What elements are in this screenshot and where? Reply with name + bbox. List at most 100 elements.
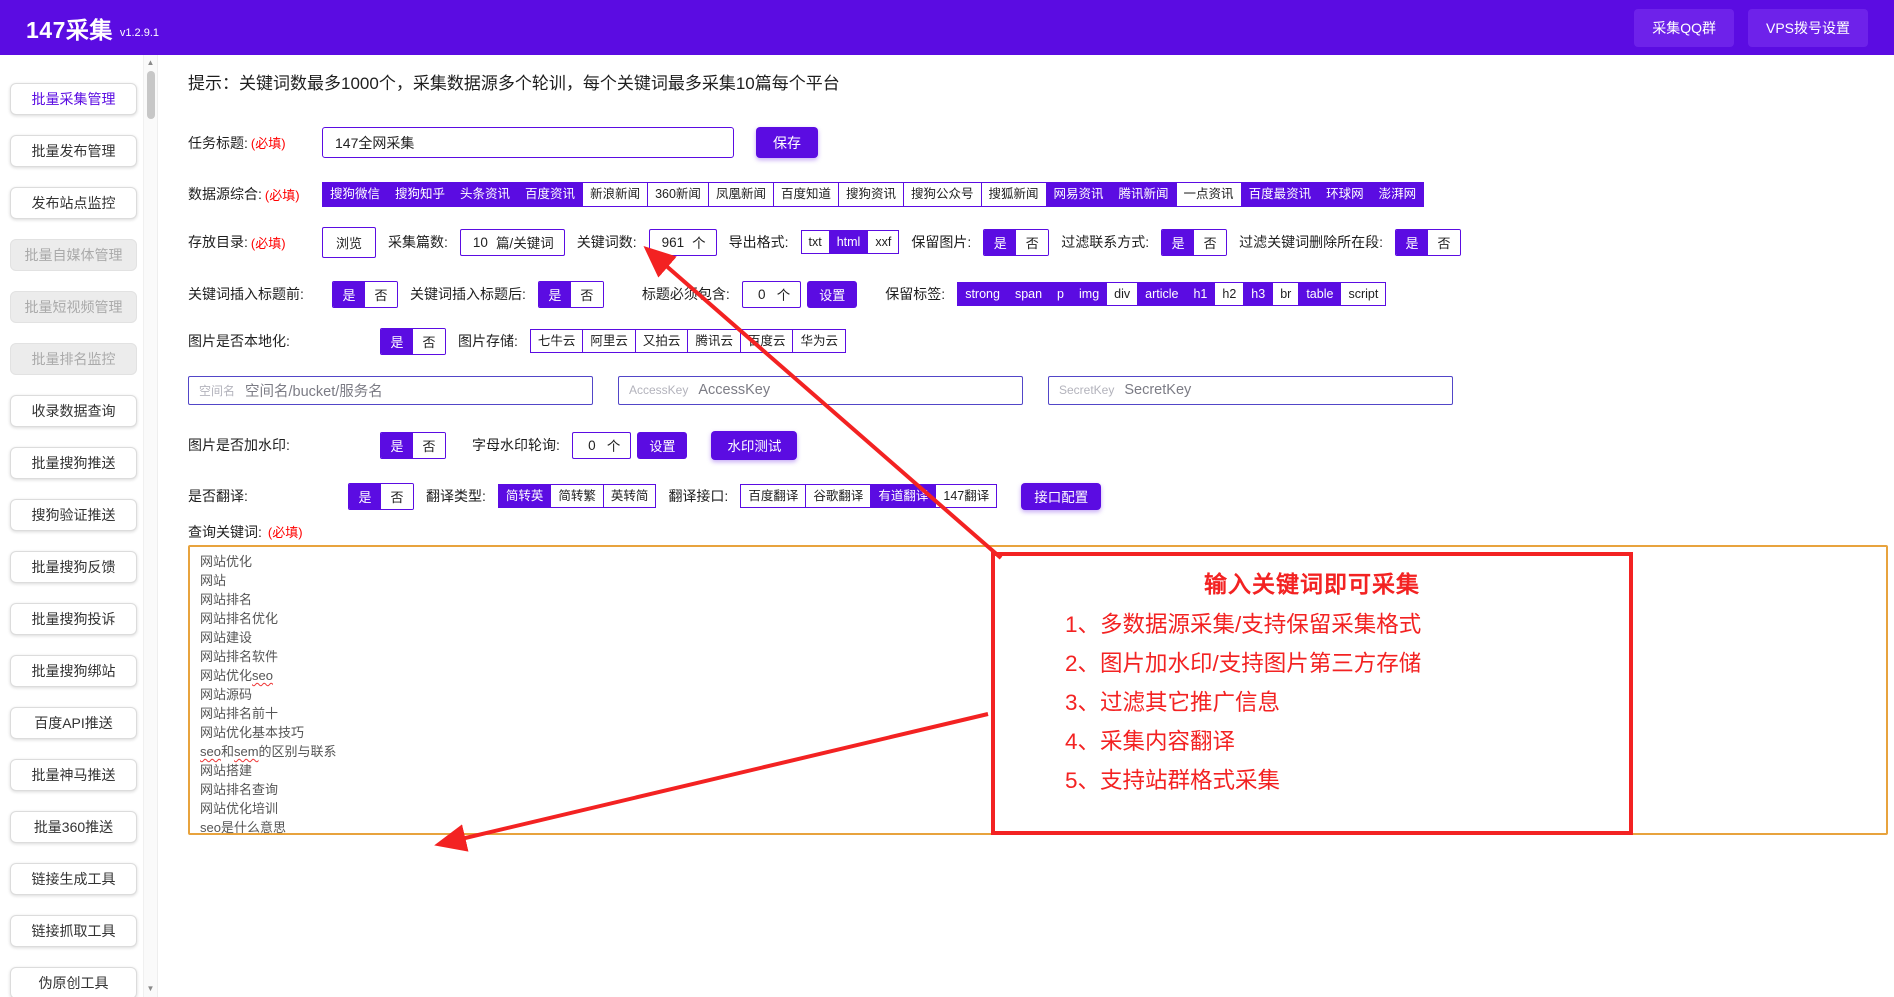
data-source-tag[interactable]: 360新闻 [647,182,709,207]
toggle-yes-option[interactable]: 是 [539,282,571,307]
data-source-tag[interactable]: 搜狗资讯 [838,182,904,207]
data-source-tag[interactable]: 百度知道 [773,182,839,207]
keep-tag-option[interactable]: img [1071,282,1107,307]
sidebar-item[interactable]: 百度API推送 [10,707,137,739]
data-source-tag[interactable]: 一点资讯 [1176,182,1242,207]
task-title-input[interactable]: 147全网采集 [322,127,734,158]
data-source-tag[interactable]: 凤凰新闻 [708,182,774,207]
keep-tag-option[interactable]: br [1272,282,1299,307]
toggle-no-option[interactable]: 否 [413,433,445,458]
watermark-test-button[interactable]: 水印测试 [711,431,797,460]
toggle-yes-option[interactable]: 是 [1162,230,1194,255]
toggle-yes-option[interactable]: 是 [333,282,365,307]
title-must-contain-input[interactable]: 0 [743,287,777,302]
sidebar-item[interactable]: 批量搜狗推送 [10,447,137,479]
save-button[interactable]: 保存 [756,127,818,158]
data-source-tag[interactable]: 环球网 [1318,182,1372,207]
data-source-tag[interactable]: 澎湃网 [1371,182,1425,207]
sidebar-item[interactable]: 批量360推送 [10,811,137,843]
translate-api-option[interactable]: 有道翻译 [870,484,936,509]
data-source-tag[interactable]: 头条资讯 [452,182,518,207]
keep-tag-option[interactable]: h2 [1214,282,1244,307]
browse-button[interactable]: 浏览 [322,227,376,258]
image-storage-option[interactable]: 又拍云 [635,329,689,354]
vps-dial-settings-button[interactable]: VPS拨号设置 [1748,9,1868,47]
data-source-tags: 搜狗微信搜狗知乎头条资讯百度资讯新浪新闻360新闻凤凰新闻百度知道搜狗资讯搜狗公… [322,182,1424,207]
data-source-tag[interactable]: 搜狐新闻 [981,182,1047,207]
export-format-option[interactable]: xxf [867,230,899,255]
toggle-yes-option[interactable]: 是 [984,230,1016,255]
data-source-tag[interactable]: 百度资讯 [517,182,583,207]
data-source-tag[interactable]: 搜狗公众号 [903,182,982,207]
query-keywords-row: 查询关键词: (必填) [188,522,1894,542]
qq-group-button[interactable]: 采集QQ群 [1634,9,1734,47]
sidebar-item[interactable]: 批量搜狗反馈 [10,551,137,583]
api-config-button[interactable]: 接口配置 [1021,483,1101,510]
toggle-no-option[interactable]: 否 [413,329,445,354]
data-source-tag[interactable]: 新浪新闻 [582,182,648,207]
toggle-yes-option[interactable]: 是 [349,484,381,509]
sidebar-item[interactable]: 批量神马推送 [10,759,137,791]
translate-api-option[interactable]: 百度翻译 [740,484,806,509]
data-source-tag[interactable]: 搜狗微信 [322,182,388,207]
toggle-no-option[interactable]: 否 [1016,230,1048,255]
translate-type-option[interactable]: 简转繁 [550,484,604,509]
keep-tag-option[interactable]: h3 [1243,282,1273,307]
watermark-set-button[interactable]: 设置 [637,432,687,459]
image-storage-option[interactable]: 华为云 [792,329,846,354]
sidebar-item[interactable]: 批量发布管理 [10,135,137,167]
toggle-no-option[interactable]: 否 [365,282,397,307]
data-source-tag[interactable]: 腾讯新闻 [1111,182,1177,207]
translate-api-options: 百度翻译谷歌翻译有道翻译147翻译 [740,484,997,509]
sidebar-item[interactable]: 链接抓取工具 [10,915,137,947]
keep-tag-option[interactable]: div [1106,282,1138,307]
sidebar-item[interactable]: 批量搜狗投诉 [10,603,137,635]
collect-count-input[interactable]: 10 [461,235,496,250]
keep-tag-option[interactable]: h1 [1185,282,1215,307]
sidebar-scrollbar[interactable]: ▲ ▼ [143,55,158,997]
sidebar-item[interactable]: 伪原创工具 [10,967,137,997]
data-source-tag[interactable]: 网易资讯 [1046,182,1112,207]
keep-tag-option[interactable]: article [1137,282,1186,307]
keep-tag-option[interactable]: table [1298,282,1341,307]
toggle-yes-option[interactable]: 是 [381,433,413,458]
keep-tag-option[interactable]: span [1007,282,1050,307]
access-key-input[interactable]: AccessKey AccessKey [618,376,1023,405]
translate-api-option[interactable]: 147翻译 [935,484,997,509]
sidebar-item[interactable]: 链接生成工具 [10,863,137,895]
sidebar-item[interactable]: 搜狗验证推送 [10,499,137,531]
image-storage-option[interactable]: 腾讯云 [687,329,741,354]
toggle-no-option[interactable]: 否 [381,484,413,509]
export-format-option[interactable]: txt [801,230,830,255]
toggle-no-option[interactable]: 否 [1194,230,1226,255]
data-source-tag[interactable]: 搜狗知乎 [387,182,453,207]
translate-type-option[interactable]: 英转简 [603,484,657,509]
keyword-count-input[interactable]: 961 [650,235,693,250]
data-source-tag[interactable]: 百度最资讯 [1241,182,1320,207]
sidebar-item[interactable]: 发布站点监控 [10,187,137,219]
image-storage-option[interactable]: 阿里云 [582,329,636,354]
toggle-yes-option[interactable]: 是 [1396,230,1428,255]
keep-tag-option[interactable]: strong [957,282,1008,307]
sidebar-item[interactable]: 批量采集管理 [10,83,137,115]
translate-api-option[interactable]: 谷歌翻译 [805,484,871,509]
translate-type-option[interactable]: 简转英 [498,484,552,509]
scroll-up-icon[interactable]: ▲ [144,58,157,68]
toggle-no-option[interactable]: 否 [1428,230,1460,255]
watermark-count-input[interactable]: 0 [573,438,607,453]
toggle-no-option[interactable]: 否 [571,282,603,307]
secret-key-input[interactable]: SecretKey SecretKey [1048,376,1453,405]
export-format-option[interactable]: html [829,230,869,255]
sidebar-item[interactable]: 收录数据查询 [10,395,137,427]
toggle-yes-option[interactable]: 是 [381,329,413,354]
title-contain-set-button[interactable]: 设置 [807,281,857,308]
image-storage-option[interactable]: 七牛云 [530,329,584,354]
scroll-down-icon[interactable]: ▼ [144,984,157,994]
image-storage-option[interactable]: 百度云 [740,329,794,354]
keep-tag-option[interactable]: p [1049,282,1072,307]
keep-tag-option[interactable]: script [1340,282,1386,307]
sidebar-item[interactable]: 批量搜狗绑站 [10,655,137,687]
collect-count-suffix: 篇/关键词 [496,232,564,252]
bucket-name-input[interactable]: 空间名 空间名/bucket/服务名 [188,376,593,405]
scrollbar-thumb[interactable] [147,71,155,119]
